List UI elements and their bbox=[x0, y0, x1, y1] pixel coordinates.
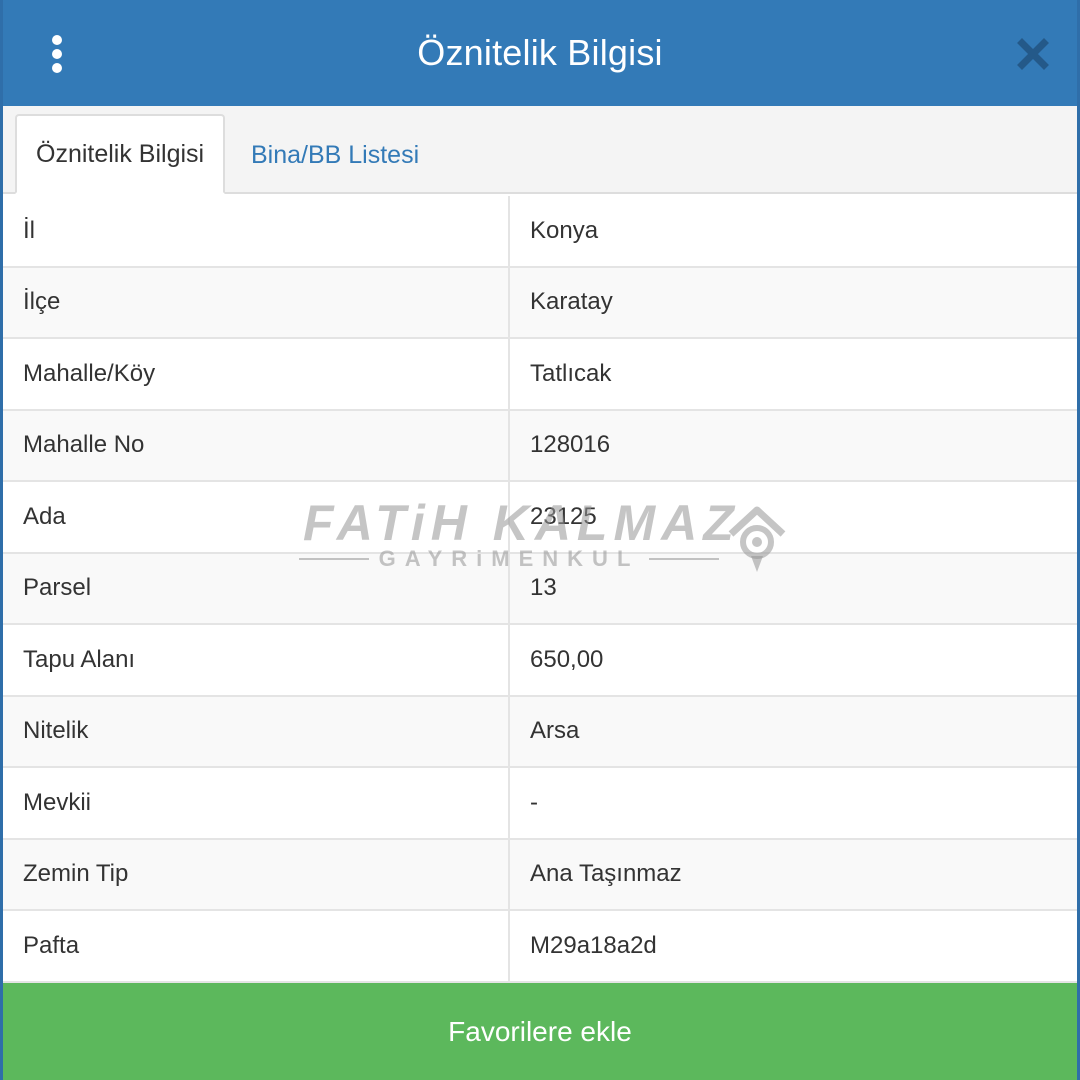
row-label: Mahalle/Köy bbox=[3, 339, 510, 409]
row-label: Zemin Tip bbox=[3, 839, 510, 909]
row-label: Ada bbox=[3, 482, 510, 552]
row-value: 650,00 bbox=[530, 645, 604, 673]
row-label: Pafta bbox=[3, 911, 510, 981]
row-value: Ana Taşınmaz bbox=[530, 860, 682, 888]
table-row: Ada 23125 bbox=[3, 482, 1077, 554]
table-row: Mahalle/Köy Tatlıcak bbox=[3, 339, 1077, 411]
row-value: Arsa bbox=[530, 717, 580, 745]
row-label: Mahalle No bbox=[3, 410, 510, 480]
table-row: Mahalle No 128016 bbox=[3, 410, 1077, 482]
attribute-table: İl Konya İlçe Karatay Mahalle/Köy Tatlıc… bbox=[3, 196, 1077, 983]
row-value: 128016 bbox=[530, 431, 611, 459]
tab-label: Öznitelik Bilgisi bbox=[36, 139, 205, 168]
table-row: Pafta M29a18a2d bbox=[3, 911, 1077, 983]
tab-building-list[interactable]: Bina/BB Listesi bbox=[251, 116, 419, 194]
row-value: - bbox=[530, 788, 538, 816]
add-to-favorites-button[interactable]: Favorilere ekle bbox=[3, 983, 1077, 1080]
row-value: M29a18a2d bbox=[530, 931, 657, 959]
vertical-ellipsis-icon[interactable] bbox=[43, 34, 71, 74]
close-icon[interactable] bbox=[1017, 38, 1049, 70]
panel-title: Öznitelik Bilgisi bbox=[417, 32, 663, 73]
add-to-favorites-label: Favorilere ekle bbox=[448, 1015, 632, 1047]
row-value: Tatlıcak bbox=[530, 359, 612, 387]
row-value: Konya bbox=[530, 216, 599, 244]
row-label: Tapu Alanı bbox=[3, 625, 510, 695]
row-value: 23125 bbox=[530, 502, 597, 530]
table-row: Mevkii - bbox=[3, 768, 1077, 840]
row-label: İlçe bbox=[3, 267, 510, 337]
table-row: Parsel 13 bbox=[3, 553, 1077, 625]
table-row: İlçe Karatay bbox=[3, 267, 1077, 339]
table-row: Tapu Alanı 650,00 bbox=[3, 625, 1077, 697]
tab-attribute-info[interactable]: Öznitelik Bilgisi bbox=[15, 114, 225, 194]
row-value: Karatay bbox=[530, 288, 613, 316]
table-row: Nitelik Arsa bbox=[3, 696, 1077, 768]
row-label: Parsel bbox=[3, 553, 510, 623]
table-row: Zemin Tip Ana Taşınmaz bbox=[3, 839, 1077, 911]
row-label: İl bbox=[3, 196, 510, 266]
tab-label: Bina/BB Listesi bbox=[251, 140, 420, 169]
row-label: Mevkii bbox=[3, 768, 510, 838]
row-value: 13 bbox=[530, 574, 557, 602]
panel-header: Öznitelik Bilgisi bbox=[3, 0, 1077, 106]
table-row: İl Konya bbox=[3, 196, 1077, 268]
row-label: Nitelik bbox=[3, 696, 510, 766]
attribute-info-panel: Öznitelik Bilgisi Öznitelik Bilgisi Bina… bbox=[0, 0, 1080, 1080]
tab-bar: Öznitelik Bilgisi Bina/BB Listesi bbox=[3, 106, 1077, 194]
